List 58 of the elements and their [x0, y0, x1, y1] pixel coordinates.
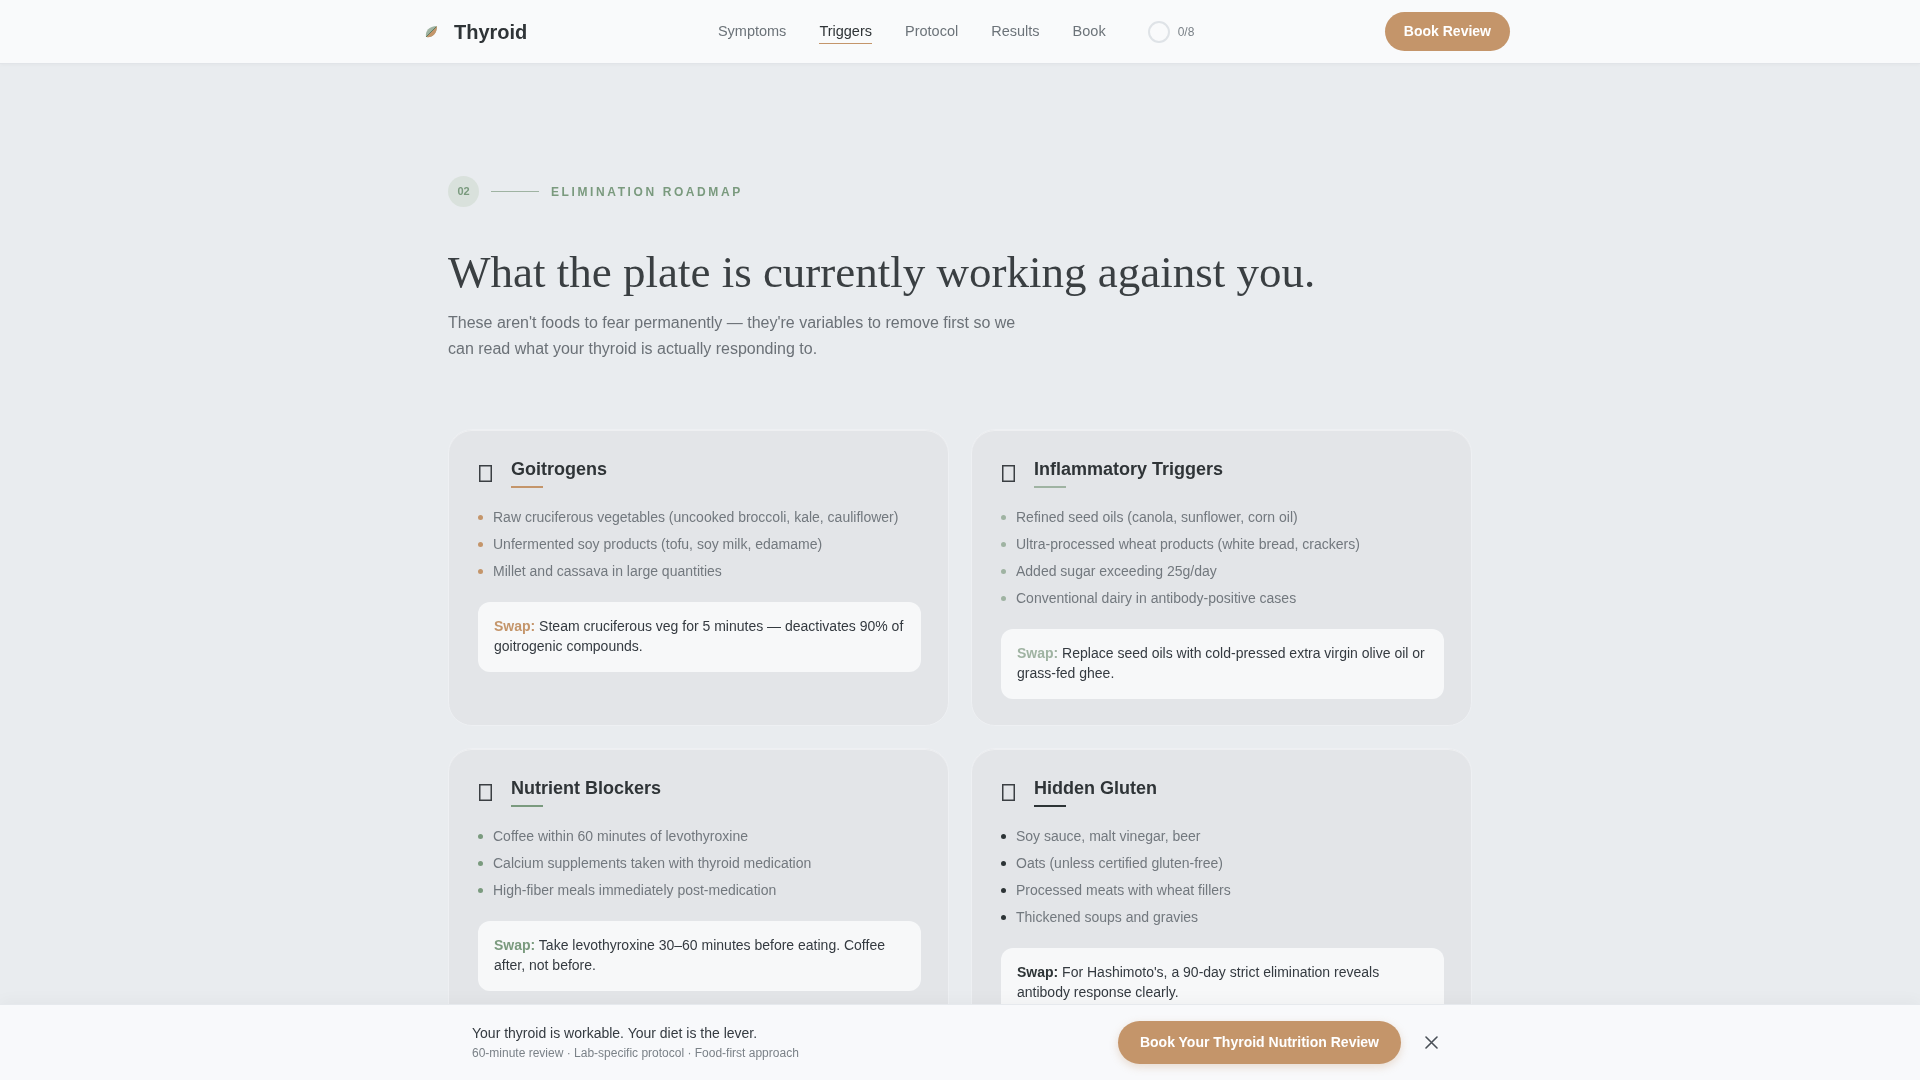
bullet-dot-icon: [478, 542, 483, 547]
rectangle-icon: [1002, 465, 1015, 482]
list-item-text: Refined seed oils (canola, sunflower, corn oil): [1016, 508, 1298, 527]
list-item-text: Unfermented soy products (tofu, soy milk, edamame): [493, 535, 823, 554]
cta-headline: Your thyroid is workable. Your diet is the lever.: [472, 1024, 759, 1042]
nav-link[interactable]: Book: [1072, 19, 1106, 44]
list-item-text: Calcium supplements taken with thyroid medication: [493, 854, 812, 873]
bullet-dot-icon: [478, 515, 483, 520]
list-item-text: High-fiber meals immediately post-medication: [493, 881, 777, 900]
bullet-dot-icon: [1001, 596, 1006, 601]
bullet-dot-icon: [478, 888, 483, 893]
nav-link[interactable]: Triggers: [819, 19, 872, 44]
list-item-text: Processed meats with wheat fillers: [1016, 881, 1231, 900]
book-nutrition-review-button[interactable]: Book Your Thyroid Nutrition Review: [1117, 1021, 1401, 1064]
swap-tip: Swap: For Hashimoto's, a 90-day strict elimination reveals antibody response clearly.: [1001, 948, 1444, 1004]
list-item-text: Thickened soups and gravies: [1016, 908, 1199, 927]
cta-details: 60-minute review · Lab-specific protocol · Food-first approach: [472, 1045, 800, 1061]
progress-ring: [1147, 20, 1170, 43]
list-item-text: Conventional dairy in antibody-positive cases: [1016, 589, 1297, 608]
progress-count: 0/8: [1177, 23, 1195, 41]
bullet-dot-icon: [1001, 861, 1006, 866]
rectangle-icon: [479, 784, 492, 801]
swap-tip: Swap: Replace seed oils with cold-pressed extra virgin olive oil or grass-fed ghee.: [1001, 629, 1444, 699]
nav-link[interactable]: Results: [991, 19, 1040, 44]
leaf-icon: [424, 24, 438, 39]
card-title: Inflammatory Triggers: [1034, 458, 1224, 480]
close-icon[interactable]: [1425, 1036, 1438, 1049]
swap-tip: Swap: Steam cruciferous veg for 5 minutes — deactivates 90% of goitrogenic compounds.: [478, 602, 921, 672]
card-title: Goitrogens: [511, 458, 607, 480]
swap-tip: Swap: Take levothyroxine 30–60 minutes before eating. Coffee after, not before.: [478, 921, 921, 991]
nav-link[interactable]: Symptoms: [717, 19, 787, 44]
nav-link[interactable]: Protocol: [905, 19, 959, 44]
section-heading: What the plate is currently working against you.: [448, 246, 1317, 299]
bullet-dot-icon: [478, 834, 483, 839]
list-item-text: Millet and cassava in large quantities: [493, 562, 722, 581]
bullet-dot-icon: [478, 861, 483, 866]
rectangle-icon: [1002, 784, 1015, 801]
list-item-text: Oats (unless certified gluten-free): [1016, 854, 1223, 873]
brand-name[interactable]: Thyroid: [454, 16, 528, 47]
bullet-dot-icon: [1001, 888, 1006, 893]
section-number: 02: [448, 176, 479, 207]
bullet-dot-icon: [1001, 542, 1006, 547]
section-eyebrow: ELIMINATION ROADMAP: [551, 183, 743, 201]
book-review-button[interactable]: Book Review: [1384, 12, 1510, 51]
list-item-text: Ultra-processed wheat products (white bread, crackers): [1016, 535, 1360, 554]
rectangle-icon: [479, 465, 492, 482]
list-item-text: Added sugar exceeding 25g/day: [1016, 562, 1217, 581]
section-intro: These aren't foods to fear permanently — they're variables to remove first so we can read what your thyroid is actually responding to.: [448, 313, 1017, 359]
bullet-dot-icon: [1001, 834, 1006, 839]
bullet-dot-icon: [1001, 569, 1006, 574]
card-title: Nutrient Blockers: [511, 777, 662, 799]
list-item-text: Raw cruciferous vegetables (uncooked broccoli, kale, cauliflower): [493, 508, 899, 527]
bullet-dot-icon: [478, 569, 483, 574]
list-item-text: Soy sauce, malt vinegar, beer: [1016, 827, 1201, 846]
list-item-text: Coffee within 60 minutes of levothyroxine: [493, 827, 748, 846]
bullet-dot-icon: [1001, 515, 1006, 520]
card-title: Hidden Gluten: [1034, 777, 1157, 799]
bullet-dot-icon: [1001, 915, 1006, 920]
